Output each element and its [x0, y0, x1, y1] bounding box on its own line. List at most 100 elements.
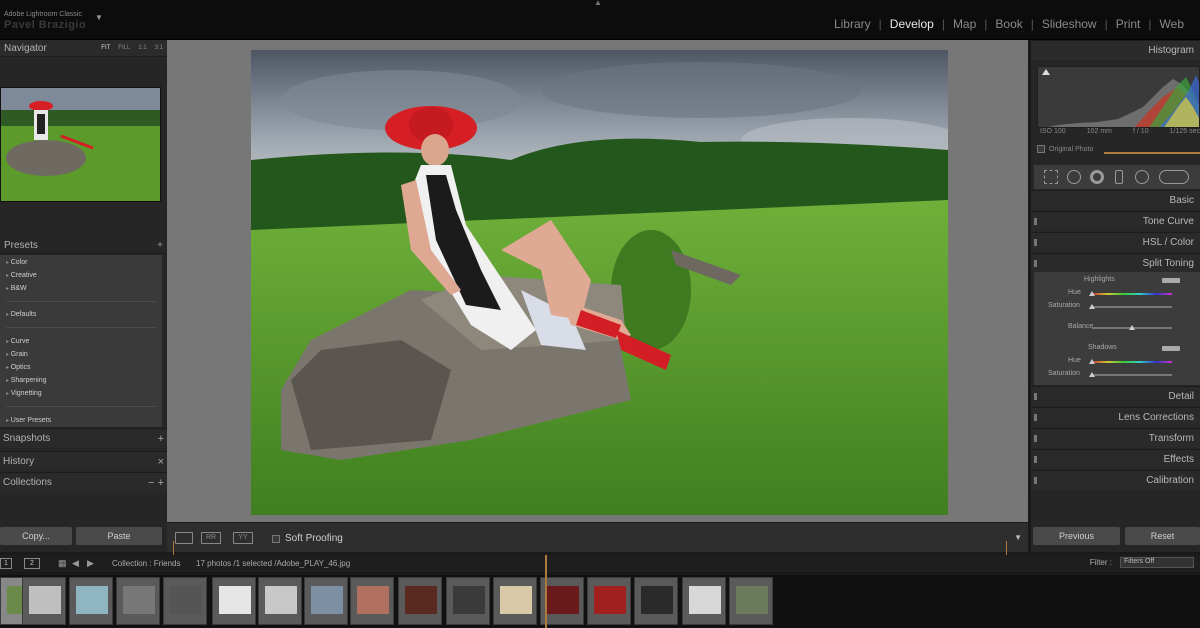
film-thumb[interactable]: [493, 577, 537, 625]
film-thumb[interactable]: [729, 577, 773, 625]
nav-fill[interactable]: FILL: [118, 45, 130, 51]
filter-select[interactable]: Filters Off: [1120, 557, 1194, 568]
add-preset-icon[interactable]: +: [157, 240, 163, 251]
radial-filter-icon[interactable]: [1135, 170, 1149, 184]
original-photo-checkbox[interactable]: [1037, 145, 1045, 153]
highlights-hue-slider[interactable]: [1092, 293, 1172, 295]
preset-color[interactable]: Color: [6, 259, 28, 266]
playhead-line: [545, 555, 547, 628]
presets-header[interactable]: Presets +: [0, 237, 167, 254]
highlights-label: Highlights: [1084, 276, 1115, 283]
history-header[interactable]: History ×: [0, 451, 167, 471]
slider-thumb[interactable]: [1089, 359, 1095, 364]
module-library[interactable]: Library: [826, 17, 879, 31]
film-thumb[interactable]: [116, 577, 160, 625]
preset-sharpening[interactable]: Sharpening: [6, 377, 47, 384]
preset-bw[interactable]: B&W: [6, 285, 27, 292]
collections-header[interactable]: Collections − +: [0, 472, 167, 492]
collection-source[interactable]: Collection : Friends: [112, 559, 180, 568]
film-thumb[interactable]: [69, 577, 113, 625]
module-develop[interactable]: Develop: [882, 17, 942, 31]
film-thumb[interactable]: [350, 577, 394, 625]
preset-user-presets[interactable]: User Presets: [6, 417, 51, 424]
slider-thumb[interactable]: [1129, 325, 1135, 330]
brush-tool-icon[interactable]: [1159, 170, 1189, 184]
paste-button[interactable]: Paste: [76, 527, 162, 545]
section-split-toning[interactable]: Split Toning: [1031, 253, 1200, 273]
film-thumb[interactable]: [682, 577, 726, 625]
module-slideshow[interactable]: Slideshow: [1034, 17, 1105, 31]
highlights-swatch[interactable]: [1162, 278, 1180, 283]
navigator-title: Navigator: [4, 42, 47, 54]
slider-thumb[interactable]: [1089, 291, 1095, 296]
history-title: History: [3, 456, 35, 467]
slider-thumb[interactable]: [1089, 304, 1095, 309]
preset-defaults[interactable]: Defaults: [6, 311, 37, 318]
module-print[interactable]: Print: [1108, 17, 1149, 31]
navigator-preview[interactable]: [0, 87, 161, 202]
nav-3-1[interactable]: 3:1: [155, 45, 163, 51]
snapshots-header[interactable]: Snapshots +: [0, 428, 167, 448]
exif-readout: ISO 100 102 mm f / 10 1/125 sec: [1040, 128, 1200, 135]
preset-curve[interactable]: Curve: [6, 338, 30, 345]
histogram-header[interactable]: Histogram: [1031, 40, 1200, 60]
histogram[interactable]: [1037, 66, 1200, 128]
section-basic[interactable]: Basic: [1031, 190, 1200, 210]
preset-vignetting[interactable]: Vignetting: [6, 390, 42, 397]
film-thumb[interactable]: [212, 577, 256, 625]
chevron-down-icon[interactable]: ▼: [95, 13, 103, 22]
original-photo-toggle[interactable]: Original Photo: [1037, 145, 1093, 153]
section-detail[interactable]: Detail: [1031, 386, 1200, 406]
preset-creative[interactable]: Creative: [6, 272, 37, 279]
module-web[interactable]: Web: [1152, 17, 1192, 31]
spot-removal-icon[interactable]: [1067, 170, 1081, 184]
graduated-filter-icon[interactable]: [1115, 170, 1123, 184]
nav-1-1[interactable]: 1:1: [138, 45, 146, 51]
forward-arrow-icon[interactable]: ▶: [87, 558, 94, 569]
histogram-title: Histogram: [1148, 45, 1194, 56]
section-hsl[interactable]: HSL / Color: [1031, 232, 1200, 252]
toolbar-menu-icon[interactable]: ▼: [1014, 533, 1022, 542]
screen-1-button[interactable]: 1: [0, 558, 12, 569]
focal-length-value: 102 mm: [1086, 128, 1112, 135]
module-map[interactable]: Map: [945, 17, 984, 31]
slider-thumb[interactable]: [1089, 372, 1095, 377]
film-thumb[interactable]: [634, 577, 678, 625]
film-thumb[interactable]: [22, 577, 66, 625]
previous-button[interactable]: Previous: [1033, 527, 1120, 545]
effects-label: Effects: [1163, 454, 1194, 465]
film-thumb[interactable]: [398, 577, 442, 625]
grid-view-icon[interactable]: ▦: [58, 558, 67, 569]
shadows-saturation-slider[interactable]: [1092, 374, 1172, 376]
screen-2-button[interactable]: 2: [24, 558, 40, 569]
add-snapshot-icon[interactable]: +: [158, 433, 164, 445]
back-arrow-icon[interactable]: ◀: [72, 558, 79, 569]
film-thumb[interactable]: [258, 577, 302, 625]
section-tone-curve[interactable]: Tone Curve: [1031, 211, 1200, 231]
section-lens-corrections[interactable]: Lens Corrections: [1031, 407, 1200, 427]
shadows-swatch[interactable]: [1162, 346, 1180, 351]
copy-button[interactable]: Copy...: [0, 527, 72, 545]
shadows-hue-slider[interactable]: [1092, 361, 1172, 363]
crop-tool-icon[interactable]: [1044, 170, 1058, 184]
collections-actions[interactable]: − +: [148, 477, 164, 489]
clear-history-icon[interactable]: ×: [158, 456, 164, 468]
film-thumb[interactable]: [446, 577, 490, 625]
film-thumb[interactable]: [587, 577, 631, 625]
main-photo[interactable]: [251, 50, 948, 515]
film-thumb[interactable]: [163, 577, 207, 625]
module-book[interactable]: Book: [987, 17, 1030, 31]
section-transform[interactable]: Transform: [1031, 428, 1200, 448]
red-eye-icon[interactable]: [1090, 170, 1104, 184]
navigator-header[interactable]: Navigator FIT FILL 1:1 3:1: [0, 40, 167, 57]
preset-optics[interactable]: Optics: [6, 364, 31, 371]
film-thumb[interactable]: [304, 577, 348, 625]
section-calibration[interactable]: Calibration: [1031, 470, 1200, 490]
section-effects[interactable]: Effects: [1031, 449, 1200, 469]
identity-plate[interactable]: Adobe Lightroom Classic Pavel Brazigio: [4, 10, 86, 32]
preset-grain[interactable]: Grain: [6, 351, 28, 358]
nav-fit[interactable]: FIT: [101, 45, 110, 51]
reset-button[interactable]: Reset: [1125, 527, 1200, 545]
highlights-saturation-slider[interactable]: [1092, 306, 1172, 308]
chevron-up-icon[interactable]: ▲: [594, 0, 602, 7]
